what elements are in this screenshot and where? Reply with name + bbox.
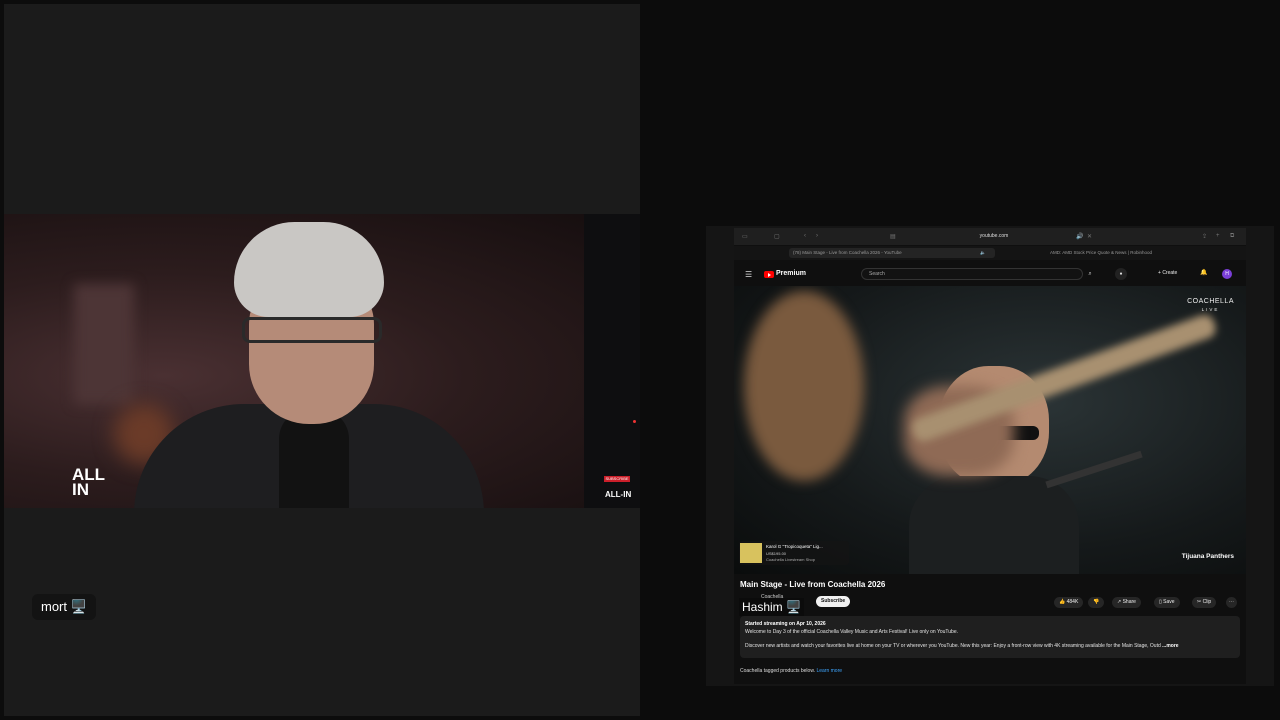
subscribe-button[interactable]: Subscribe — [816, 596, 851, 607]
product-card[interactable]: Karol G "Tropicoqueta" Lig... US$195.00 … — [739, 541, 849, 565]
product-price: US$195.00 — [766, 551, 787, 556]
tagged-products-note: Coachella tagged products below. Learn m… — [740, 668, 842, 674]
sidebar-toggle-icon[interactable]: ▭ — [742, 233, 748, 240]
channel-row: Coachella Subscribe 👍 484K 👎 ↗ Share ▯ S… — [734, 592, 1246, 612]
tab-overview-icon[interactable]: ▢ — [774, 233, 780, 240]
coachella-live-logo: COACHELLA LIVE — [1187, 298, 1234, 314]
video-side-panel — [584, 214, 640, 508]
share-icon[interactable]: ⇪ — [1202, 233, 1207, 240]
address-bar[interactable]: youtube.com — [894, 231, 1094, 242]
background-lamp — [74, 284, 134, 404]
tab-youtube[interactable]: (78) Main Stage - Live from Coachella 20… — [789, 248, 995, 258]
logo-line-2: IN — [72, 480, 89, 499]
more-link[interactable]: ...more — [1162, 643, 1178, 649]
save-label: Save — [1163, 599, 1175, 605]
share-button[interactable]: ↗ Share — [1112, 597, 1141, 608]
brand-line-2: LIVE — [1201, 307, 1220, 312]
like-button[interactable]: 👍 484K — [1054, 597, 1084, 608]
close-audio-icon[interactable]: ✕ — [1087, 233, 1092, 240]
all-in-logo: ALL IN — [72, 466, 105, 499]
tab-audio-icon[interactable]: 🔈 — [980, 248, 990, 258]
thumbs-up-icon: 👍 — [1059, 599, 1066, 605]
youtube-logo-icon[interactable] — [764, 271, 774, 278]
thumbs-down-icon: 👎 — [1093, 599, 1100, 605]
tab-robinhood[interactable]: AMD: AMD Stock Price Quote & News | Robi… — [1050, 248, 1240, 258]
back-icon[interactable]: ‹ — [804, 233, 806, 239]
tabs-icon[interactable]: ⧉ — [1230, 233, 1234, 240]
youtube-header: ☰ Premium Search ⌕ ● + Create 🔔 H — [734, 264, 1246, 284]
search-icon[interactable]: ⌕ — [1083, 268, 1097, 280]
bookmark-icon: ▯ — [1159, 599, 1162, 605]
stream-start: Started streaming on Apr 10, 2026 — [745, 621, 826, 627]
speaker-hair — [234, 222, 384, 317]
plus-icon: + — [1158, 270, 1161, 276]
record-dot — [633, 420, 636, 423]
participant-tile-hashim[interactable]: ▭ ▢ ‹ › ▤ youtube.com 🔊 ✕ ⇪ + ⧉ (78) Mai… — [706, 226, 1274, 686]
bell-icon[interactable]: 🔔 — [1200, 269, 1207, 276]
monitor-icon: 🖥️ — [786, 600, 801, 614]
like-count: 484K — [1066, 599, 1079, 605]
participant-name-chip-hashim: Hashim 🖥️ — [739, 598, 804, 616]
browser-tab-bar: (78) Main Stage - Live from Coachella 20… — [734, 246, 1246, 260]
participant-name-chip: mort 🖥️ — [32, 594, 96, 620]
participant-tile-mort[interactable]: ALL IN SUBSCRIBE ALL-IN mort 🖥️ — [4, 4, 640, 716]
tagged-text: Coachella tagged products below. — [740, 668, 816, 674]
description-line-1: Welcome to Day 3 of the official Coachel… — [745, 629, 958, 635]
band-label: Tijuana Panthers — [1181, 553, 1234, 560]
participant-name: Hashim — [742, 600, 783, 614]
meeting-stage: ALL IN SUBSCRIBE ALL-IN mort 🖥️ ▭ ▢ ‹ › … — [0, 0, 1280, 720]
description-line-2: Discover new artists and watch your favo… — [745, 643, 1161, 649]
video-title: Main Stage - Live from Coachella 2026 — [740, 580, 886, 589]
tab-label: AMD: AMD Stock Price Quote & News | Robi… — [1050, 250, 1152, 255]
audio-icon[interactable]: 🔊 — [1076, 233, 1083, 240]
save-button[interactable]: ▯ Save — [1154, 597, 1180, 608]
guitarist-shirt — [909, 476, 1079, 574]
dislike-button[interactable]: 👎 — [1088, 597, 1105, 608]
create-button[interactable]: + Create — [1158, 270, 1177, 276]
learn-more-link[interactable]: Learn more — [816, 668, 842, 674]
product-title: Karol G "Tropicoqueta" Lig... — [766, 544, 823, 549]
clip-button[interactable]: ✂ Clip — [1192, 597, 1217, 608]
tab-label: (78) Main Stage - Live from Coachella 20… — [793, 250, 902, 255]
shared-video-left: ALL IN SUBSCRIBE ALL-IN — [4, 214, 640, 508]
forward-icon[interactable]: › — [816, 233, 818, 239]
participant-name: mort — [41, 599, 67, 614]
scissors-icon: ✂ — [1197, 599, 1202, 605]
video-description[interactable]: Started streaming on Apr 10, 2026 Welcom… — [740, 616, 1240, 658]
browser-toolbar: ▭ ▢ ‹ › ▤ youtube.com 🔊 ✕ ⇪ + ⧉ — [734, 228, 1246, 245]
clip-label: Clip — [1202, 599, 1212, 605]
product-store: Coachella Livestream Shop — [766, 557, 815, 562]
share-label: Share — [1122, 599, 1136, 605]
product-thumbnail — [740, 543, 762, 563]
avatar[interactable]: H — [1222, 269, 1232, 279]
new-tab-icon[interactable]: + — [1216, 233, 1220, 239]
video-player[interactable]: COACHELLA LIVE Tijuana Panthers Karol G … — [734, 286, 1246, 574]
create-label: Create — [1162, 270, 1178, 276]
youtube-logo-text[interactable]: Premium — [776, 270, 806, 277]
menu-icon[interactable]: ☰ — [745, 270, 752, 279]
corner-logo: ALL-IN — [605, 490, 632, 499]
subscribe-badge: SUBSCRIBE — [604, 476, 630, 482]
share-arrow-icon: ↗ — [1117, 599, 1122, 605]
speaker-glasses — [242, 317, 382, 343]
search-input[interactable]: Search — [861, 268, 1083, 280]
brand-line-1: COACHELLA — [1187, 298, 1234, 305]
monitor-icon: 🖥️ — [70, 599, 87, 614]
shared-browser-window: ▭ ▢ ‹ › ▤ youtube.com 🔊 ✕ ⇪ + ⧉ (78) Mai… — [734, 228, 1246, 684]
more-actions-button[interactable]: ⋯ — [1226, 597, 1237, 608]
microphone-icon[interactable]: ● — [1115, 268, 1127, 280]
foreground-blur — [744, 291, 864, 481]
